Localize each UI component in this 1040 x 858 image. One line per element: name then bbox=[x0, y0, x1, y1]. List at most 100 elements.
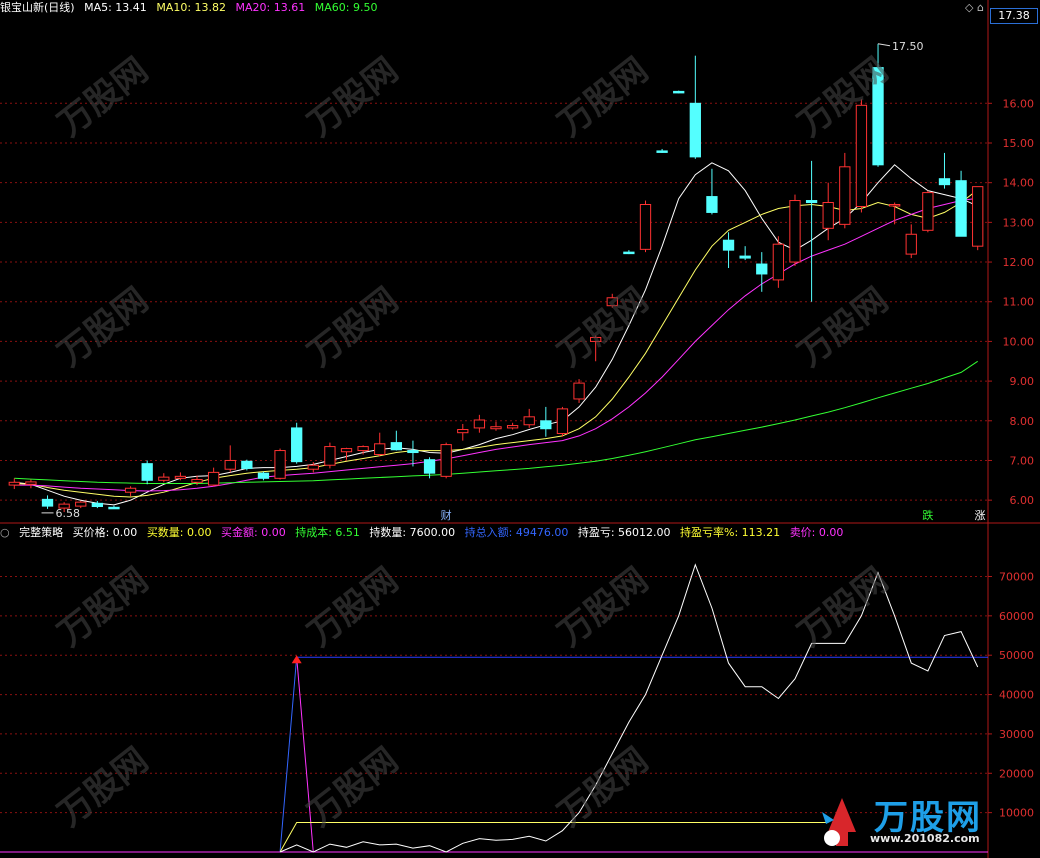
sub-tick-label: 50000 bbox=[999, 649, 1034, 662]
logo-url: www.201082.com bbox=[870, 832, 980, 845]
site-logo: 万股网 www.201082.com bbox=[814, 790, 1014, 852]
candle-body bbox=[955, 180, 967, 237]
main-tick-label: 14.00 bbox=[1003, 177, 1035, 190]
panel-controls[interactable]: ◇ ⌂ bbox=[965, 1, 984, 14]
candle-body bbox=[291, 427, 303, 463]
sub-tick-label: 60000 bbox=[999, 610, 1034, 623]
hold-cost-line bbox=[279, 821, 829, 853]
candle-body bbox=[207, 471, 220, 486]
candle-body bbox=[25, 481, 37, 485]
stock-title: 银宝山新(日线) bbox=[0, 1, 75, 14]
sub-tick-label: 30000 bbox=[999, 728, 1034, 741]
candle-body bbox=[374, 443, 386, 456]
candle-body bbox=[540, 420, 552, 430]
ma60-label: MA60: 9.50 bbox=[314, 1, 378, 14]
candle-body bbox=[390, 442, 402, 451]
ma-line-ma20 bbox=[14, 197, 978, 492]
candle-body bbox=[91, 502, 104, 508]
candle-body bbox=[457, 429, 469, 434]
sub-tick-label: 70000 bbox=[999, 570, 1034, 583]
candle-body bbox=[506, 425, 519, 429]
candle-body bbox=[673, 90, 685, 94]
buy-arrow-icon bbox=[291, 655, 302, 664]
buy-price: 买价格: 0.00 bbox=[72, 526, 138, 539]
candle-body bbox=[573, 382, 585, 400]
candle-body bbox=[174, 475, 187, 479]
marker-cai: 财 bbox=[441, 508, 452, 522]
strategy-header: ○ 完整策略 买价格: 0.00 买数量: 0.00 买金额: 0.00 持成本… bbox=[0, 526, 849, 540]
candle-body bbox=[191, 479, 203, 483]
candle-body bbox=[789, 200, 801, 263]
candle-body bbox=[75, 501, 87, 507]
candle-body bbox=[938, 178, 951, 186]
main-tick-label: 8.00 bbox=[1010, 415, 1035, 428]
candle-body bbox=[888, 204, 901, 207]
marker-zhang: 涨 bbox=[975, 509, 986, 522]
buy-amount: 买金额: 0.00 bbox=[221, 526, 286, 539]
candle-body bbox=[706, 196, 718, 213]
ma-line-ma10 bbox=[14, 189, 979, 498]
candle-body bbox=[606, 297, 618, 307]
main-tick-label: 6.00 bbox=[1010, 494, 1035, 507]
candle-body bbox=[440, 444, 452, 477]
main-tick-label: 9.00 bbox=[1010, 375, 1035, 388]
candle-body bbox=[473, 419, 486, 429]
main-tick-label: 11.00 bbox=[1003, 296, 1035, 309]
candle-body bbox=[739, 255, 751, 259]
hold-pnl-rate: 持盈亏率%: 113.21 bbox=[680, 526, 781, 539]
hold-pnl: 持盈亏: 56012.00 bbox=[577, 526, 671, 539]
candle-body bbox=[490, 426, 502, 430]
candle-body bbox=[274, 450, 286, 479]
candle-body bbox=[756, 263, 768, 275]
hold-cost: 持成本: 6.51 bbox=[295, 526, 360, 539]
high-label: 17.50 bbox=[892, 40, 924, 53]
candle-body bbox=[108, 506, 120, 510]
candle-body bbox=[340, 448, 353, 453]
candle-body bbox=[805, 200, 818, 204]
ma20-label: MA20: 13.61 bbox=[235, 1, 306, 14]
candle-body bbox=[423, 459, 436, 474]
candle-body bbox=[407, 450, 419, 454]
candle-body bbox=[307, 464, 319, 470]
main-tick-label: 10.00 bbox=[1003, 335, 1035, 348]
main-tick-label: 13.00 bbox=[1003, 216, 1035, 229]
main-tick-label: 7.00 bbox=[1010, 454, 1035, 467]
candle-body bbox=[523, 416, 535, 426]
ma5-label: MA5: 13.41 bbox=[84, 1, 147, 14]
candle-body bbox=[722, 239, 735, 251]
candle-body bbox=[158, 476, 170, 481]
candle-body bbox=[656, 150, 668, 153]
sub-tick-label: 20000 bbox=[999, 767, 1034, 780]
candle-body bbox=[241, 460, 253, 469]
candle-body bbox=[41, 498, 54, 507]
buy-qty: 买数量: 0.00 bbox=[146, 526, 212, 539]
candle-body bbox=[639, 204, 652, 250]
hold-qty: 持数量: 7600.00 bbox=[369, 526, 456, 539]
logo-arrow-icon bbox=[822, 798, 856, 846]
candle-body bbox=[839, 166, 851, 225]
main-tick-label: 15.00 bbox=[1003, 137, 1035, 150]
hold-total: 持总入额: 49476.00 bbox=[464, 526, 569, 539]
ma10-label: MA10: 13.82 bbox=[156, 1, 227, 14]
candle-body bbox=[872, 67, 884, 166]
main-tick-label: 16.00 bbox=[1003, 97, 1035, 110]
candle-body bbox=[590, 336, 602, 342]
candle-body bbox=[972, 186, 984, 247]
high-marker bbox=[877, 43, 891, 47]
strategy-title: 完整策略 bbox=[19, 526, 64, 539]
stock-chart: 6.00 7.00 8.00 9.00 10.00 11.00 12.00 13.00 14.0… bbox=[0, 0, 1040, 858]
entry-spike-up bbox=[279, 657, 298, 853]
sub-tick-label: 40000 bbox=[999, 689, 1034, 702]
candle-body bbox=[357, 446, 369, 452]
candle-body bbox=[124, 487, 137, 493]
candle-body bbox=[922, 192, 934, 231]
candle-body bbox=[224, 459, 236, 470]
candle-body bbox=[689, 102, 701, 158]
main-tick-label: 12.00 bbox=[1003, 256, 1035, 269]
low-label: 6.58 bbox=[56, 507, 80, 520]
candle-body bbox=[324, 446, 336, 466]
candle-body bbox=[822, 202, 834, 229]
sell-price: 卖价: 0.00 bbox=[789, 526, 844, 539]
candle-body bbox=[623, 251, 635, 255]
candle-body bbox=[556, 408, 569, 434]
